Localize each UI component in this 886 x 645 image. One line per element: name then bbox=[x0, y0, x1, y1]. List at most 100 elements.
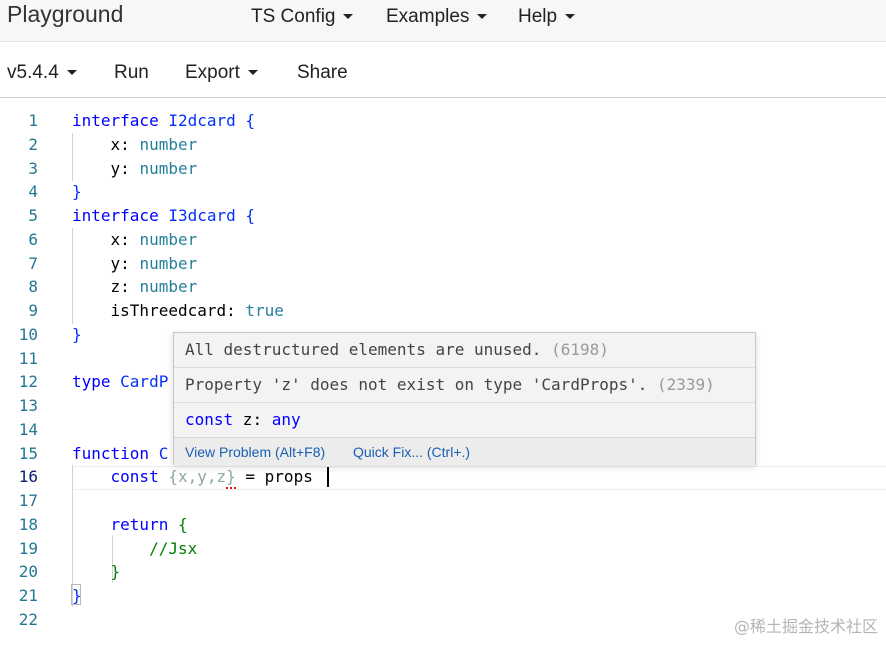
help-label: Help bbox=[518, 6, 558, 27]
view-problem-link[interactable]: View Problem (Alt+F8) bbox=[185, 444, 325, 460]
code-line: type CardP bbox=[72, 370, 168, 393]
line-number: 11 bbox=[18, 349, 38, 368]
type-name: number bbox=[139, 135, 198, 154]
code-line: } bbox=[72, 562, 121, 581]
identifier: CardP bbox=[110, 372, 169, 391]
type-name: number bbox=[139, 230, 198, 249]
type-name: number bbox=[139, 277, 198, 296]
export-label: Export bbox=[185, 62, 240, 83]
keyword: interface bbox=[72, 111, 159, 130]
line-number: 1 bbox=[28, 111, 38, 130]
code-line: const {x,y,z} = props bbox=[72, 465, 313, 488]
line-number: 21 bbox=[18, 586, 38, 605]
line-number: 19 bbox=[18, 539, 38, 558]
text-cursor bbox=[327, 467, 329, 487]
divider bbox=[174, 402, 755, 403]
identifier: = props bbox=[235, 467, 313, 486]
top-nav: Playground TS Config Examples Help bbox=[0, 0, 886, 42]
keyword: return bbox=[72, 515, 169, 534]
line-number: 10 bbox=[18, 325, 38, 344]
line-number: 7 bbox=[28, 254, 38, 273]
chevron-down-icon bbox=[565, 14, 576, 20]
code-line: z: number bbox=[72, 275, 198, 298]
divider bbox=[174, 367, 755, 368]
chevron-down-icon bbox=[66, 70, 77, 76]
code-line: x: number bbox=[72, 228, 198, 251]
keyword: interface bbox=[72, 206, 159, 225]
property: z: bbox=[72, 277, 140, 296]
keyword: const bbox=[72, 467, 169, 486]
property: isThreedcard: bbox=[72, 301, 246, 320]
line-number: 5 bbox=[28, 206, 38, 225]
line-number: 22 bbox=[18, 610, 38, 629]
hover-actions: View Problem (Alt+F8) Quick Fix... (Ctrl… bbox=[174, 437, 755, 466]
punctuation: { bbox=[168, 515, 188, 534]
ts-config-label: TS Config bbox=[251, 6, 336, 27]
type-name: any bbox=[271, 410, 301, 429]
type-signature: const z: any bbox=[185, 410, 301, 429]
property: x: bbox=[72, 135, 140, 154]
line-number: 6 bbox=[28, 230, 38, 249]
help-menu[interactable]: Help bbox=[518, 6, 576, 28]
error-squiggle bbox=[226, 483, 236, 489]
line-number-active: 16 bbox=[18, 467, 38, 486]
property: y: bbox=[72, 254, 140, 273]
type-name: true bbox=[245, 301, 284, 320]
code-line: interface I3dcard { bbox=[72, 204, 255, 227]
identifier: I3dcard { bbox=[158, 206, 256, 225]
diagnostic-code: (6198) bbox=[551, 340, 609, 359]
diagnostic-property-missing: Property 'z' does not exist on type 'Car… bbox=[185, 375, 715, 394]
property: y: bbox=[72, 159, 140, 178]
quick-fix-link[interactable]: Quick Fix... (Ctrl+.) bbox=[353, 444, 470, 460]
code-line: y: number bbox=[72, 252, 198, 275]
examples-label: Examples bbox=[386, 6, 470, 27]
brand-title[interactable]: Playground bbox=[7, 1, 123, 28]
bracket-match-highlight bbox=[71, 584, 81, 605]
diagnostic-code: (2339) bbox=[657, 375, 715, 394]
code-line: x: number bbox=[72, 133, 198, 156]
version-label: v5.4.4 bbox=[7, 62, 59, 83]
toolbar: v5.4.4 Run Export Share bbox=[0, 42, 886, 98]
type-name: number bbox=[139, 159, 198, 178]
identifier: C bbox=[149, 444, 169, 463]
diagnostic-message: Property 'z' does not exist on type 'Car… bbox=[185, 375, 648, 394]
line-number: 15 bbox=[18, 444, 38, 463]
hover-tooltip: All destructured elements are unused. (6… bbox=[173, 332, 756, 466]
line-number: 12 bbox=[18, 372, 38, 391]
ts-config-menu[interactable]: TS Config bbox=[251, 6, 354, 28]
keyword: const bbox=[185, 410, 234, 429]
run-button[interactable]: Run bbox=[114, 62, 149, 84]
code-line: y: number bbox=[72, 157, 198, 180]
code-line: } bbox=[72, 182, 82, 201]
diagnostic-message: All destructured elements are unused. bbox=[185, 340, 542, 359]
line-number: 13 bbox=[18, 396, 38, 415]
line-number: 17 bbox=[18, 491, 38, 510]
line-number: 9 bbox=[28, 301, 38, 320]
examples-menu[interactable]: Examples bbox=[386, 6, 488, 28]
chevron-down-icon bbox=[477, 14, 488, 20]
line-number: 18 bbox=[18, 515, 38, 534]
code-line: function C bbox=[72, 442, 168, 465]
line-number: 2 bbox=[28, 135, 38, 154]
identifier: I2dcard { bbox=[158, 111, 256, 130]
export-menu[interactable]: Export bbox=[185, 62, 258, 84]
chevron-down-icon bbox=[343, 14, 354, 20]
line-number: 4 bbox=[28, 182, 38, 201]
keyword: type bbox=[72, 372, 111, 391]
keyword: function bbox=[72, 444, 150, 463]
type-name: number bbox=[139, 254, 198, 273]
version-select[interactable]: v5.4.4 bbox=[7, 62, 77, 84]
code-line: interface I2dcard { bbox=[72, 109, 255, 132]
watermark: @稀土掘金技术社区 bbox=[733, 617, 878, 636]
line-number: 20 bbox=[18, 562, 38, 581]
code-line: isThreedcard: true bbox=[72, 299, 284, 322]
line-number: 14 bbox=[18, 420, 38, 439]
share-button[interactable]: Share bbox=[297, 62, 348, 84]
code-line: } bbox=[72, 325, 82, 344]
code-line: return { bbox=[72, 513, 188, 536]
code-line: //Jsx bbox=[72, 539, 198, 558]
line-number: 8 bbox=[28, 277, 38, 296]
identifier: z: bbox=[233, 410, 272, 429]
property: x: bbox=[72, 230, 140, 249]
diagnostic-unused: All destructured elements are unused. (6… bbox=[185, 340, 609, 359]
